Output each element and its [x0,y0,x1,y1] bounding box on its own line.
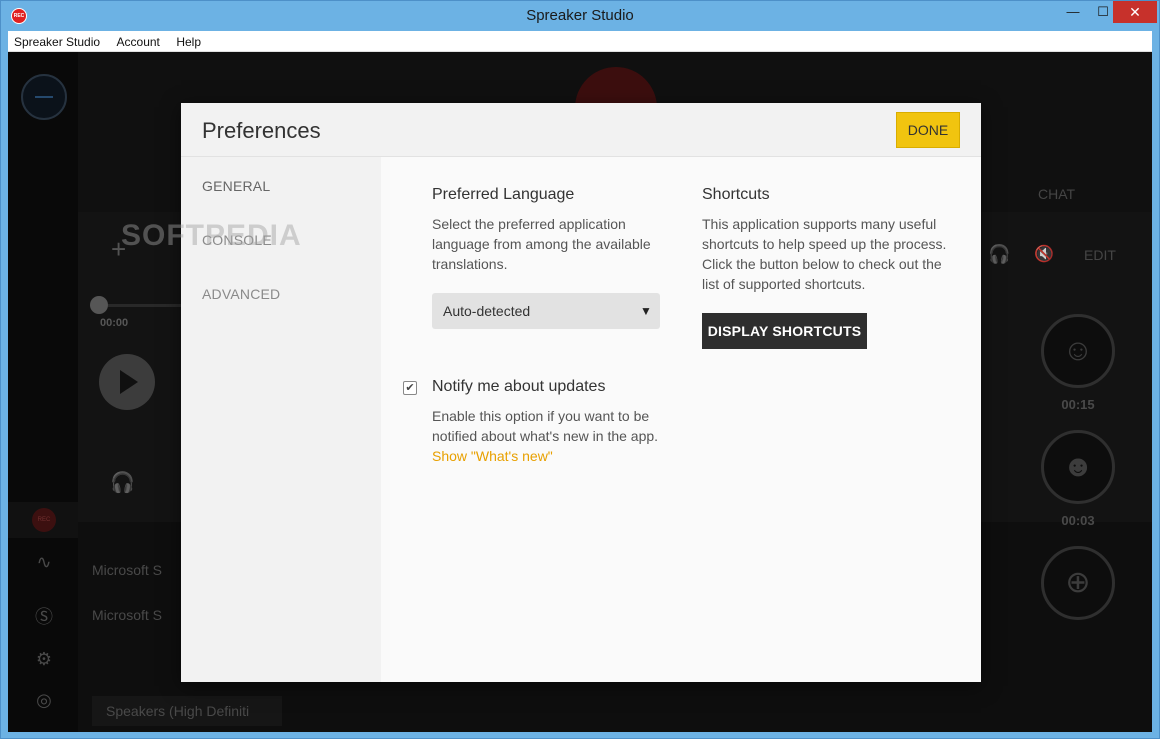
whats-new-link[interactable]: Show "What's new" [432,448,553,464]
notify-description: Enable this option if you want to be not… [432,406,672,466]
shortcuts-title: Shortcuts [702,186,770,203]
notify-title[interactable]: Notify me about updates [432,378,605,396]
tab-advanced[interactable]: ADVANCED [202,286,280,302]
language-title: Preferred Language [432,186,575,203]
close-button[interactable]: ✕ [1113,1,1157,23]
preferences-content: Preferred Language Select the preferred … [381,157,981,682]
app-window: REC Spreaker Studio — ☐ ✕ Spreaker Studi… [0,0,1160,739]
window-title: Spreaker Studio [526,7,634,24]
menu-spreaker-studio[interactable]: Spreaker Studio [8,31,106,49]
watermark: SOFTPEDIA [121,219,302,252]
menu-help[interactable]: Help [170,31,207,49]
done-button[interactable]: DONE [896,112,960,148]
preferences-sidebar: GENERAL CONSOLE ADVANCED SOFTPEDIA [121,157,381,682]
dialog-title: Preferences [202,118,321,143]
notify-checkbox[interactable]: ✔ [403,381,417,395]
preferences-dialog: Preferences DONE GENERAL CONSOLE ADVANCE… [121,103,981,682]
language-select-value: Auto-detected [443,303,531,319]
chevron-down-icon: ▼ [640,304,652,318]
notify-description-text: Enable this option if you want to be not… [432,408,659,444]
language-description: Select the preferred application languag… [432,216,651,272]
language-select[interactable]: Auto-detected ▼ [432,293,660,329]
menu-bar: Spreaker Studio Account Help [8,31,1152,52]
tab-general[interactable]: GENERAL [202,178,270,194]
shortcuts-description: This application supports many useful sh… [702,216,947,292]
title-bar[interactable]: REC Spreaker Studio — ☐ ✕ [1,1,1159,31]
app-client-area: REC ∿ Ⓢ ⚙ ◎ + 00:00 🎧 Microsoft S Micros… [8,52,1152,732]
display-shortcuts-button[interactable]: DISPLAY SHORTCUTS [702,313,867,349]
dialog-header: Preferences DONE [181,103,981,157]
minimize-button[interactable]: — [1059,1,1087,23]
menu-account[interactable]: Account [111,31,166,49]
